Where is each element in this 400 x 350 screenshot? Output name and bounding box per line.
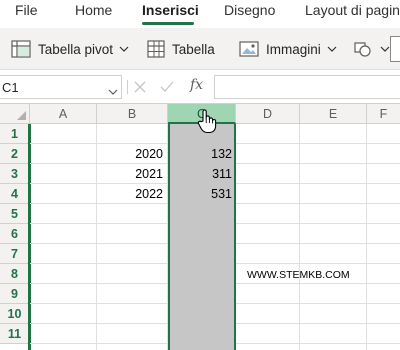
overflow-control[interactable] xyxy=(390,36,400,62)
column-header-e[interactable]: E xyxy=(300,104,367,124)
formula-bar: C1 fx xyxy=(0,70,400,104)
check-icon[interactable] xyxy=(159,80,175,99)
gridline xyxy=(366,124,367,350)
cell-b4[interactable]: 2022 xyxy=(97,184,163,204)
cell-b3[interactable]: 2021 xyxy=(97,164,163,184)
cell-c4[interactable]: 531 xyxy=(168,184,232,204)
tab-file[interactable]: File xyxy=(15,2,38,18)
name-box[interactable]: C1 xyxy=(0,75,122,99)
tab-layout[interactable]: Layout di pagina xyxy=(305,2,400,18)
row-header-8[interactable]: 8 xyxy=(0,264,30,284)
watermark-text: WWW.STEMKB.COM xyxy=(247,269,350,281)
formula-input[interactable] xyxy=(214,75,400,99)
pivot-table-label: Tabella pivot xyxy=(38,41,114,57)
table-icon xyxy=(146,39,166,59)
row-header-11[interactable]: 11 xyxy=(0,324,30,344)
row-header-7[interactable]: 7 xyxy=(0,244,30,264)
row-header-6[interactable]: 6 xyxy=(0,224,30,244)
table-button[interactable]: Tabella xyxy=(146,28,215,70)
ribbon-toolbar: Tabella pivot Tabella Immagini xyxy=(0,28,400,70)
gridline xyxy=(299,124,300,350)
row-header-9[interactable]: 9 xyxy=(0,284,30,304)
row-header-3[interactable]: 3 xyxy=(0,164,30,184)
tab-inserisci[interactable]: Inserisci xyxy=(142,2,199,18)
shapes-button[interactable] xyxy=(352,28,390,70)
cancel-icon[interactable] xyxy=(133,80,147,99)
chevron-down-icon xyxy=(380,46,390,52)
images-button[interactable]: Immagini xyxy=(238,28,337,70)
shapes-icon xyxy=(352,39,374,59)
row-header-4[interactable]: 4 xyxy=(0,184,30,204)
images-label: Immagini xyxy=(266,41,321,57)
chevron-down-icon xyxy=(119,46,129,52)
row-header-5[interactable]: 5 xyxy=(0,204,30,224)
ribbon-tabs: File Home Inserisci Disegno Layout di pa… xyxy=(0,0,400,28)
row-header-10[interactable]: 10 xyxy=(0,304,30,324)
column-header-a[interactable]: A xyxy=(30,104,97,124)
tab-disegno[interactable]: Disegno xyxy=(224,2,275,18)
row-header-1[interactable]: 1 xyxy=(0,124,30,144)
column-header-d[interactable]: D xyxy=(236,104,300,124)
chevron-down-icon xyxy=(327,46,337,52)
cell-c3[interactable]: 311 xyxy=(168,164,232,184)
chevron-down-icon[interactable] xyxy=(108,82,118,100)
divider xyxy=(127,80,128,94)
cell-b2[interactable]: 2020 xyxy=(97,144,163,164)
column-header-b[interactable]: B xyxy=(97,104,168,124)
row-header-2[interactable]: 2 xyxy=(0,144,30,164)
select-all-corner[interactable] xyxy=(0,104,30,124)
table-label: Tabella xyxy=(172,41,215,57)
column-header-f[interactable]: F xyxy=(367,104,400,124)
pivot-table-icon xyxy=(10,39,32,59)
select-all-triangle xyxy=(17,111,26,120)
insert-function-button[interactable]: fx xyxy=(190,77,203,93)
pivot-table-button[interactable]: Tabella pivot xyxy=(10,28,129,70)
cell-grid[interactable]: 2020 132 2021 311 2022 531 WWW.STEMKB.CO… xyxy=(30,124,400,350)
cell-c2[interactable]: 132 xyxy=(168,144,232,164)
image-icon xyxy=(238,39,260,59)
hand-cursor-icon xyxy=(196,108,218,139)
tab-home[interactable]: Home xyxy=(75,2,112,18)
active-tab-indicator xyxy=(142,22,194,25)
